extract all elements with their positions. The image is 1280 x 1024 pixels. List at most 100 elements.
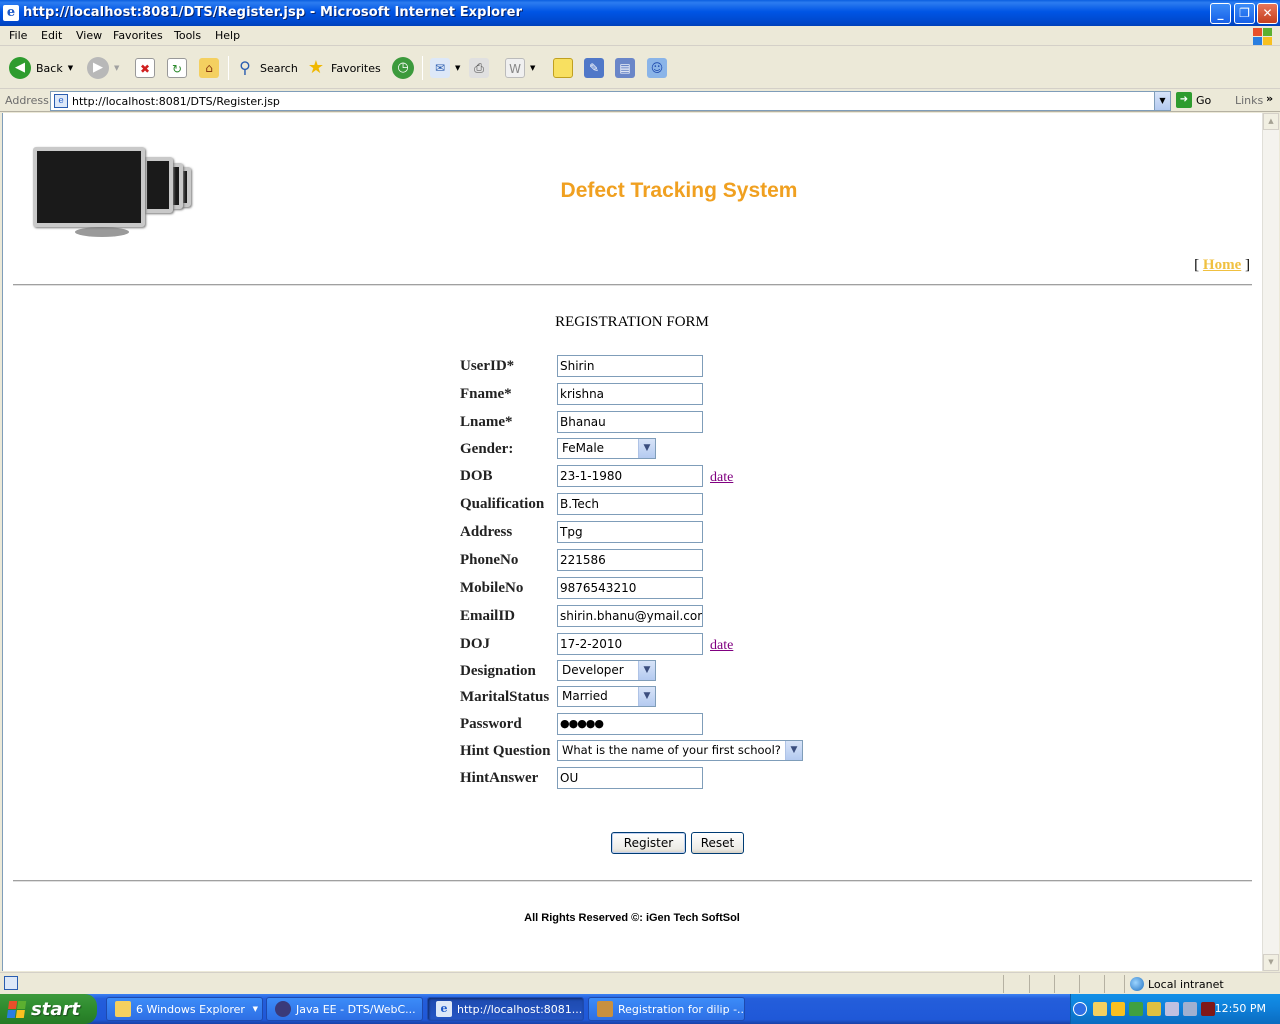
address-dropdown-icon[interactable]: ▼ <box>1154 92 1170 110</box>
task-registration[interactable]: Registration for dilip -... <box>588 997 745 1021</box>
address-input[interactable]: e http://localhost:8081/DTS/Register.jsp… <box>50 91 1171 111</box>
network-icon[interactable] <box>1165 1002 1179 1016</box>
userid-input[interactable]: Shirin <box>557 355 703 377</box>
ie-icon: e <box>3 5 19 21</box>
back-arrow-icon: ◀ <box>9 57 31 79</box>
edit-icon: W <box>505 58 525 78</box>
gender-label: Gender: <box>460 441 514 457</box>
shield-icon[interactable] <box>1147 1002 1161 1016</box>
menu-file[interactable]: File <box>9 29 27 42</box>
close-button[interactable]: ✕ <box>1257 3 1278 24</box>
maritalstatus-label: MaritalStatus <box>460 689 550 705</box>
window-title: http://localhost:8081/DTS/Register.jsp -… <box>23 5 523 20</box>
history-button[interactable]: ◷ <box>392 56 414 80</box>
menu-tools[interactable]: Tools <box>174 29 201 42</box>
chevron-right-icon[interactable]: » <box>1266 92 1273 105</box>
task-windows-explorer[interactable]: 6 Windows Explorer ▼ <box>106 997 263 1021</box>
menu-favorites[interactable]: Favorites <box>113 29 163 42</box>
qualification-input[interactable]: B.Tech <box>557 493 703 515</box>
task-eclipse[interactable]: Java EE - DTS/WebC... <box>266 997 423 1021</box>
designation-select[interactable]: Developer ▼ <box>557 660 656 681</box>
status-bar: Local intranet <box>0 972 1280 994</box>
search-button[interactable]: ⚲ Search <box>235 56 298 80</box>
favorites-button[interactable]: ★ Favorites <box>306 56 381 80</box>
hintquestion-select[interactable]: What is the name of your first school? ▼ <box>557 740 803 761</box>
edit-button[interactable]: W ▼ <box>505 56 535 80</box>
home-link[interactable]: Home <box>1203 257 1241 273</box>
chevron-left-icon[interactable] <box>1073 1002 1087 1016</box>
minimize-button[interactable]: _ <box>1210 3 1231 24</box>
edit-dropdown-icon[interactable]: ▼ <box>530 64 535 72</box>
fname-label: Fname* <box>460 386 512 402</box>
notes-button[interactable] <box>553 56 573 80</box>
research-button[interactable]: ▤ <box>615 56 635 80</box>
maritalstatus-select[interactable]: Married ▼ <box>557 686 656 707</box>
menu-view[interactable]: View <box>76 29 102 42</box>
address-field-input[interactable]: Tpg <box>557 521 703 543</box>
task-internet-explorer[interactable]: e http://localhost:8081... <box>427 997 584 1021</box>
stop-button[interactable]: ✖ <box>135 56 155 80</box>
hintanswer-label: HintAnswer <box>460 770 539 786</box>
chevron-down-icon[interactable]: ▼ <box>638 439 655 458</box>
chevron-down-icon[interactable]: ▼ <box>638 661 655 680</box>
lname-input[interactable]: Bhanau <box>557 411 703 433</box>
contacts-button[interactable]: ☺ <box>647 56 667 80</box>
back-dropdown-icon[interactable]: ▼ <box>68 64 73 72</box>
menu-bar: File Edit View Favorites Tools Help <box>0 26 1280 46</box>
page-status-icon <box>4 976 18 990</box>
scroll-up-icon[interactable]: ▲ <box>1263 113 1279 130</box>
forward-dropdown-icon[interactable]: ▼ <box>114 64 119 72</box>
phoneno-input[interactable]: 221586 <box>557 549 703 571</box>
globe-icon <box>1130 977 1144 991</box>
stop-icon: ✖ <box>135 58 155 78</box>
register-button[interactable]: Register <box>611 832 686 854</box>
scroll-down-icon[interactable]: ▼ <box>1263 954 1279 971</box>
reset-button[interactable]: Reset <box>691 832 744 854</box>
home-button[interactable]: ⌂ <box>199 56 219 80</box>
mobileno-label: MobileNo <box>460 580 524 596</box>
forward-button[interactable]: ▶ ▼ <box>87 56 119 80</box>
form-title: REGISTRATION FORM <box>555 314 709 330</box>
tray-icon[interactable] <box>1111 1002 1125 1016</box>
menu-edit[interactable]: Edit <box>41 29 62 42</box>
back-button[interactable]: ◀ Back ▼ <box>9 56 73 80</box>
print-button[interactable]: ⎙ <box>469 56 489 80</box>
go-button[interactable]: ➜ Go <box>1176 92 1211 108</box>
messenger-button[interactable]: ✎ <box>584 56 604 80</box>
tray-icon[interactable] <box>1129 1002 1143 1016</box>
fname-input[interactable]: krishna <box>557 383 703 405</box>
system-tray: 12:50 PM <box>1070 994 1280 1024</box>
restore-button[interactable]: ❐ <box>1234 3 1255 24</box>
qualification-label: Qualification <box>460 496 545 512</box>
mail-dropdown-icon[interactable]: ▼ <box>455 64 460 72</box>
mobileno-input[interactable]: 9876543210 <box>557 577 703 599</box>
favorites-label: Favorites <box>331 61 381 75</box>
dob-input[interactable]: 23-1-1980 <box>557 465 703 487</box>
chevron-down-icon[interactable]: ▼ <box>785 741 802 760</box>
tray-icon[interactable] <box>1093 1002 1107 1016</box>
task-label: http://localhost:8081... <box>457 1002 583 1016</box>
toolbar-separator <box>228 56 229 80</box>
window-title-bar[interactable]: e http://localhost:8081/DTS/Register.jsp… <box>0 0 1280 26</box>
refresh-button[interactable]: ↻ <box>167 56 187 80</box>
tray-icon[interactable] <box>1183 1002 1197 1016</box>
page-icon: e <box>54 94 68 108</box>
footer-divider <box>13 880 1252 882</box>
home-nav: [ Home ] <box>1194 257 1250 274</box>
doj-date-link[interactable]: date <box>710 638 733 654</box>
forward-arrow-icon: ▶ <box>87 57 109 79</box>
emailid-input[interactable]: shirin.bhanu@ymail.com <box>557 605 703 627</box>
dob-date-link[interactable]: date <box>710 470 733 486</box>
menu-help[interactable]: Help <box>215 29 240 42</box>
start-button[interactable]: start <box>0 994 97 1024</box>
chevron-down-icon[interactable]: ▼ <box>638 687 655 706</box>
hintanswer-input[interactable]: OU <box>557 767 703 789</box>
password-input[interactable]: ●●●●● <box>557 713 703 735</box>
vertical-scrollbar[interactable]: ▲ ▼ <box>1262 113 1279 971</box>
tray-icon[interactable] <box>1201 1002 1215 1016</box>
mail-button[interactable]: ✉ ▼ <box>430 56 460 80</box>
gender-select[interactable]: FeMale ▼ <box>557 438 656 459</box>
doj-input[interactable]: 17-2-2010 <box>557 633 703 655</box>
links-toolbar[interactable]: Links <box>1235 94 1263 107</box>
task-label: Registration for dilip -... <box>618 1002 745 1016</box>
